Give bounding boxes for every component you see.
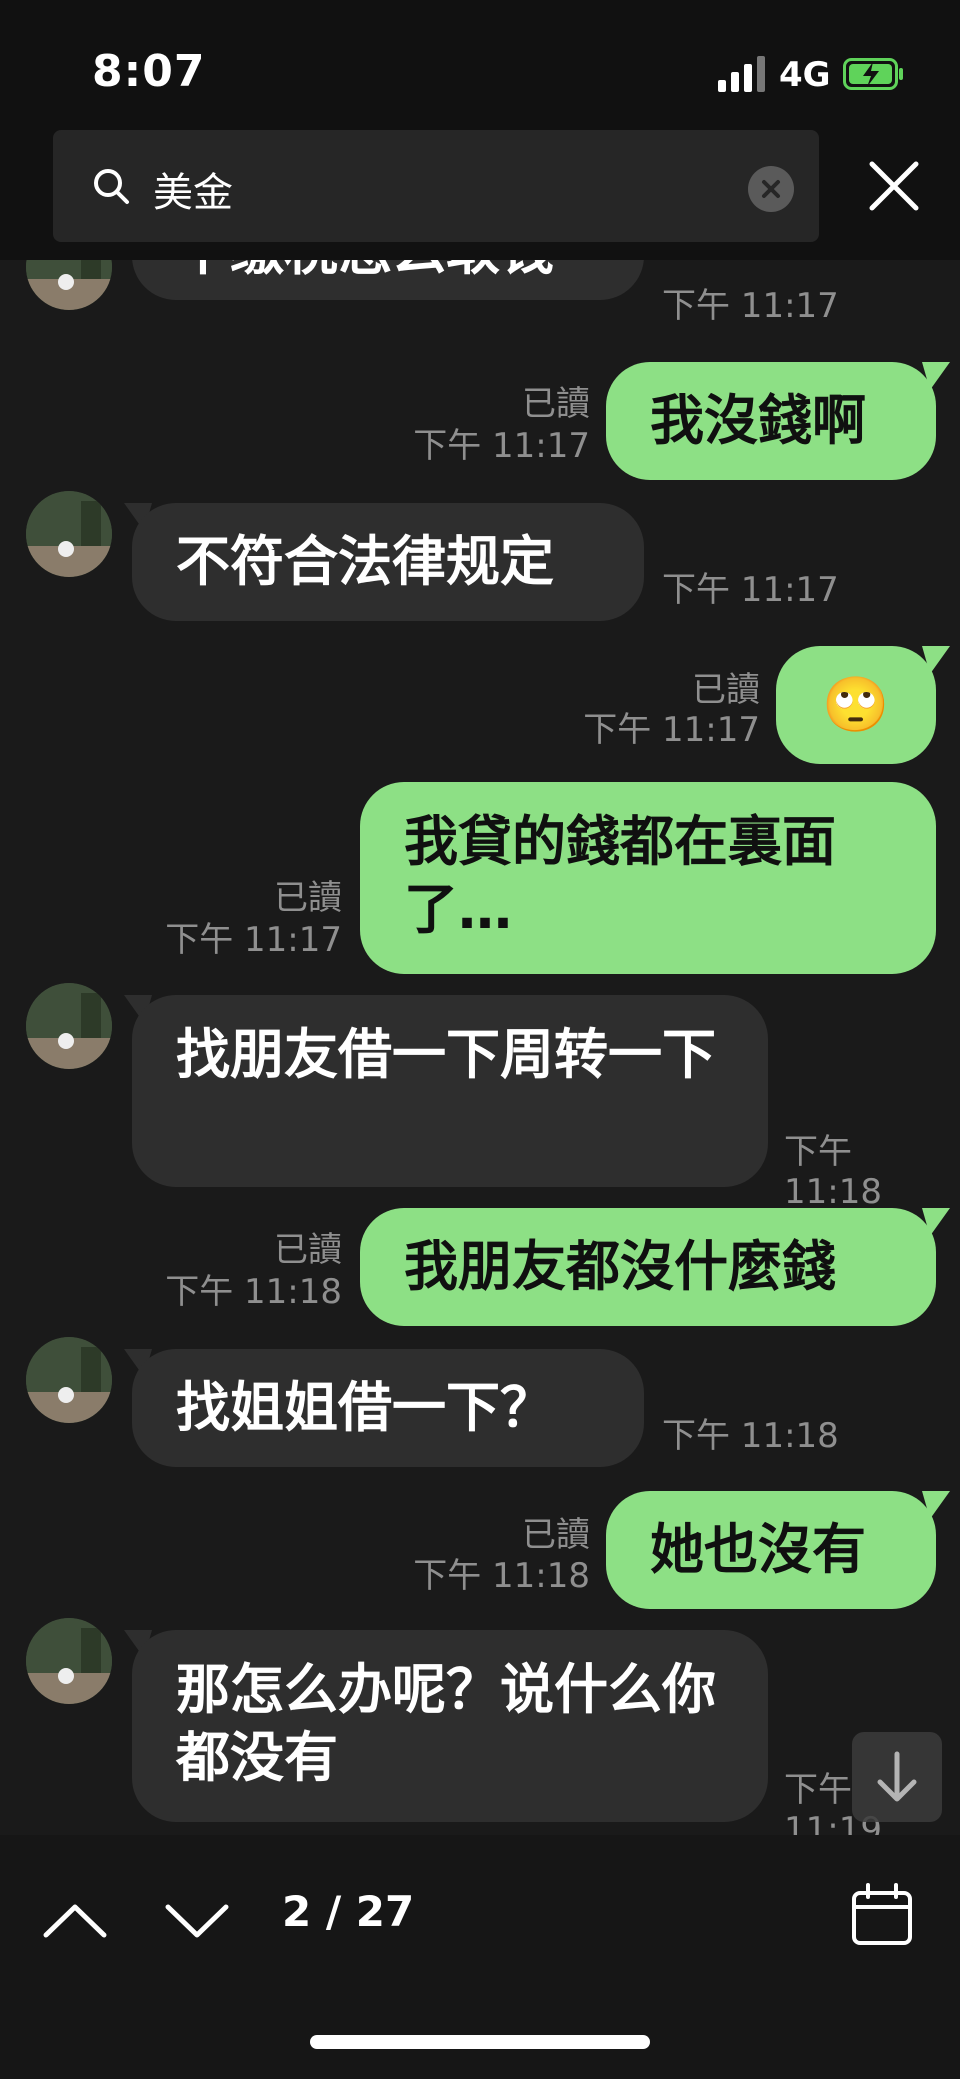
read-receipt: 已讀 [274,1230,342,1270]
message-time: 下午 11:17 [165,920,342,960]
message-time: 下午 11:18 [165,1272,342,1312]
search-result-nav: 2 / 27 [0,1835,960,2079]
read-receipt: 已讀 [522,384,590,424]
bubble-tail [922,1208,950,1236]
scroll-to-bottom-button[interactable] [852,1732,942,1822]
message-text: 找朋友借一下周转一下 [176,1023,716,1086]
chevron-down-icon[interactable] [162,1895,232,1945]
search-query: 美金 [153,170,233,216]
message-bubble-outgoing[interactable]: 我朋友都沒什麼錢 [360,1208,936,1326]
message-text: 不缴税怎么取钱 [176,260,554,282]
message-text: 我沒錢啊 [650,389,866,452]
message-bubble-incoming[interactable]: 不缴税怎么取钱 [132,260,644,300]
calendar-icon[interactable] [850,1883,914,1947]
message-bubble-outgoing[interactable]: 🙄 [776,646,936,764]
status-time: 8:07 [92,46,206,97]
status-bar: 8:07 4G [0,0,960,120]
message-text: 🙄 [822,673,890,736]
message-time: 下午 11:17 [662,286,839,326]
battery-icon [843,58,903,90]
network-type: 4G [779,55,831,95]
avatar[interactable] [26,1337,112,1423]
signal-icon [718,56,765,92]
clear-icon[interactable] [747,165,795,213]
message-bubble-incoming[interactable]: 找朋友借一下周转一下 [132,995,768,1187]
message-text: 找姐姐借一下？ [176,1376,554,1439]
result-counter: 2 / 27 [282,1887,415,1936]
message-text: 我貸的錢都在裏面了… [404,810,836,941]
message-time: 下午 11:18 [662,1416,839,1456]
home-indicator[interactable] [310,2035,650,2049]
chat-area[interactable]: 不缴税怎么取钱 下午 11:17 已讀 下午 11:17 我沒錢啊 不符合法律规… [0,260,960,1835]
message-time: 下午 11:18 [413,1556,590,1596]
message-bubble-outgoing[interactable]: 我貸的錢都在裏面了… [360,782,936,974]
message-time: 下午 11:17 [662,570,839,610]
avatar[interactable] [26,983,112,1069]
message-time: 下午 11:18 [784,1132,882,1212]
bubble-tail [922,362,950,390]
message-time: 下午 11:17 [583,710,760,750]
chevron-up-icon[interactable] [40,1895,110,1945]
avatar[interactable] [26,260,112,310]
bubble-tail [922,646,950,674]
message-bubble-incoming[interactable]: 那怎么办呢？说什么你都没有 [132,1630,768,1822]
message-time: 下午 11:17 [413,426,590,466]
arrow-down-icon [877,1751,917,1802]
bubble-tail [922,1491,950,1519]
avatar[interactable] [26,1618,112,1704]
message-bubble-incoming[interactable]: 不符合法律规定 [132,503,644,621]
search-icon [94,169,129,204]
message-text: 那怎么办呢？说什么你都没有 [176,1658,716,1789]
message-text: 不符合法律规定 [176,530,554,593]
search-input[interactable]: 美金 [53,130,819,242]
message-text: 她也沒有 [650,1518,866,1581]
read-receipt: 已讀 [692,670,760,710]
message-bubble-outgoing[interactable]: 我沒錢啊 [606,362,936,480]
message-text: 我朋友都沒什麼錢 [404,1235,836,1298]
search-header: 美金 [0,120,960,260]
read-receipt: 已讀 [274,878,342,918]
avatar[interactable] [26,491,112,577]
message-bubble-incoming[interactable]: 找姐姐借一下？ [132,1349,644,1467]
message-bubble-outgoing[interactable]: 她也沒有 [606,1491,936,1609]
read-receipt: 已讀 [522,1515,590,1555]
close-icon[interactable] [864,156,924,216]
